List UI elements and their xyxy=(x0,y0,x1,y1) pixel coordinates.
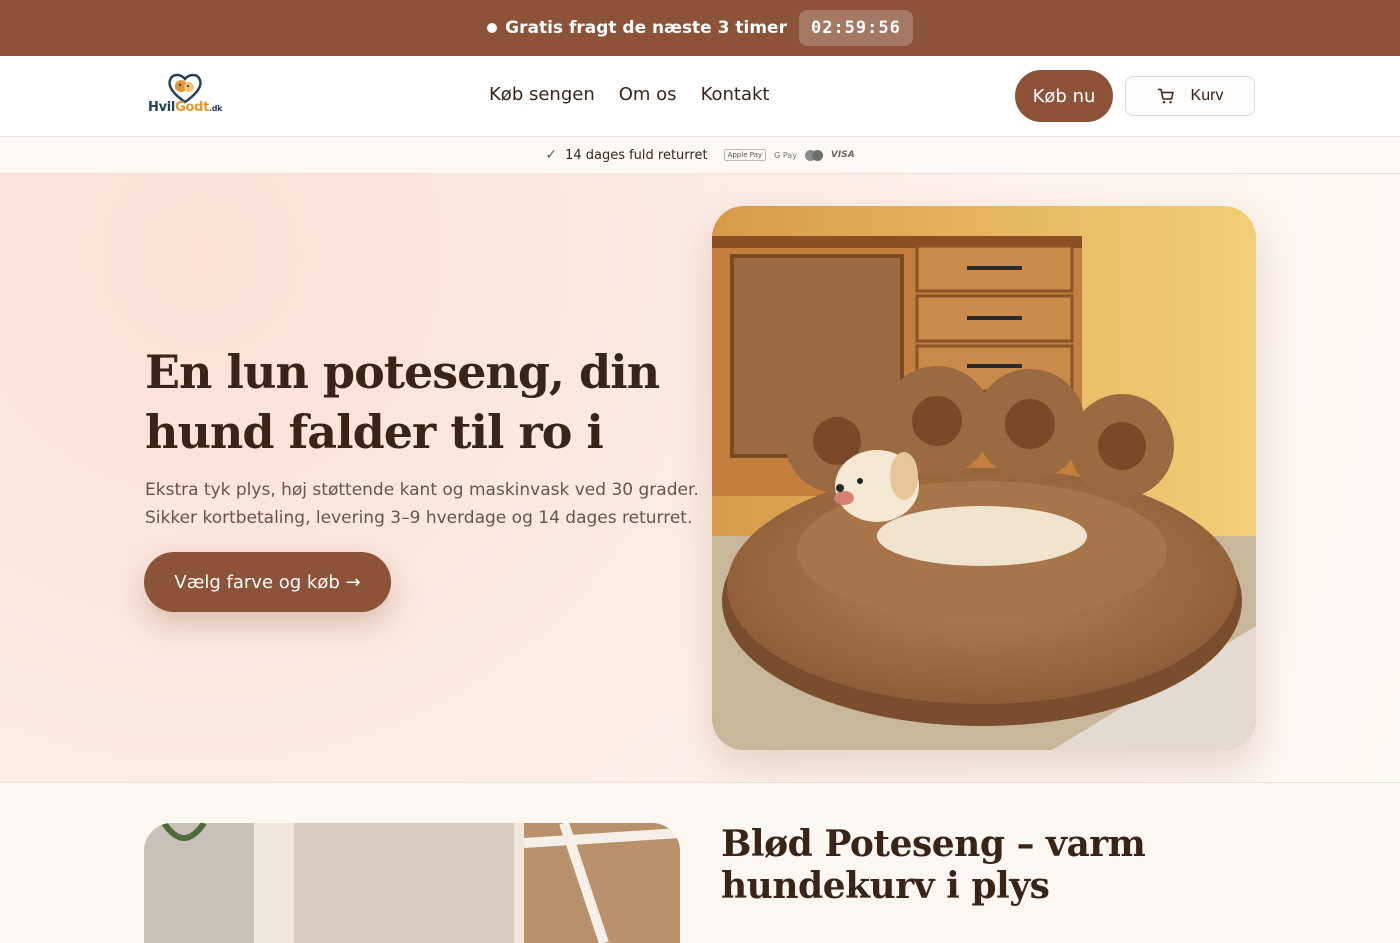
payment-icons: Apple Pay G Pay VISA xyxy=(723,149,855,161)
mastercard-icon xyxy=(804,149,823,161)
product-image xyxy=(144,823,680,943)
buy-now-button[interactable]: Køb nu xyxy=(1015,70,1113,122)
hero-section: En lun poteseng, din hund falder til ro … xyxy=(0,174,1400,783)
nav-link-buy-bed[interactable]: Køb sengen xyxy=(489,84,595,105)
google-pay-icon: G Pay xyxy=(774,150,797,160)
site-header: HvilGodt.dk Køb sengen Om os Kontakt Køb… xyxy=(0,56,1400,137)
logo-text: HvilGodt.dk xyxy=(148,100,223,115)
announcement-message: Gratis fragt de næste 3 timer xyxy=(505,18,787,38)
cart-button[interactable]: Kurv xyxy=(1125,76,1255,116)
countdown-timer: 02:59:56 xyxy=(798,10,913,46)
main-nav: Køb sengen Om os Kontakt xyxy=(489,84,769,105)
product-section: Blød Poteseng – varm hundekurv i plys xyxy=(0,783,1400,943)
hero-title: En lun poteseng, din hund falder til ro … xyxy=(145,345,660,459)
visa-icon: VISA xyxy=(830,150,855,160)
cart-label: Kurv xyxy=(1190,87,1224,104)
cart-icon xyxy=(1157,88,1174,104)
returns-text: 14 dages fuld returret xyxy=(565,147,708,163)
bullet-dot-icon xyxy=(487,23,498,33)
hero-product-image xyxy=(712,206,1256,750)
section-title: Blød Poteseng – varm hundekurv i plys xyxy=(721,823,1146,907)
hero-description: Ekstra tyk plys, høj støttende kant og m… xyxy=(145,480,699,528)
apple-pay-icon: Apple Pay xyxy=(723,149,767,161)
trust-strip: ✓ 14 dages fuld returret Apple Pay G Pay… xyxy=(0,137,1400,174)
choose-color-buy-button[interactable]: Vælg farve og køb → xyxy=(144,552,391,612)
nav-link-contact[interactable]: Kontakt xyxy=(701,84,770,105)
site-logo[interactable]: HvilGodt.dk xyxy=(148,72,238,118)
checkmark-icon: ✓ xyxy=(545,147,558,163)
nav-link-about[interactable]: Om os xyxy=(619,84,677,105)
announcement-bar: Gratis fragt de næste 3 timer 02:59:56 xyxy=(0,0,1400,56)
